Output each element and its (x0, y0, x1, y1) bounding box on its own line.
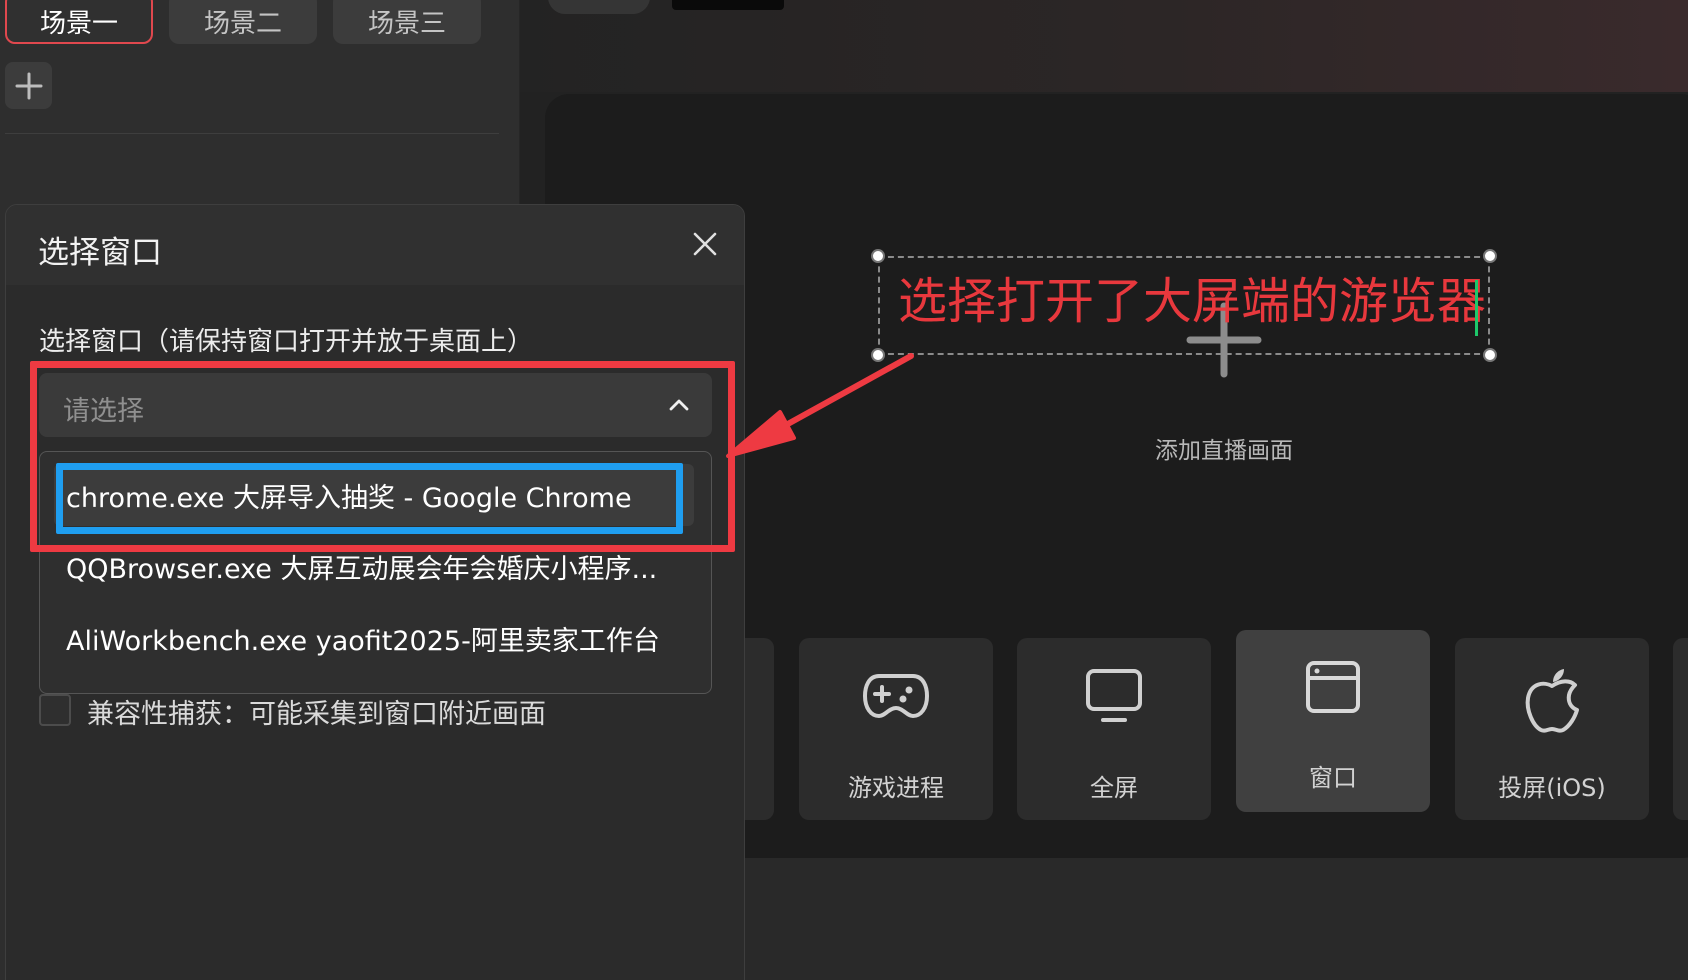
app-window: 场景一 场景二 场景三 选择打开了大屏端的游览器 添加直播画面 游戏进程 全屏 … (0, 0, 1688, 980)
annotation-arrow-icon (726, 353, 914, 458)
